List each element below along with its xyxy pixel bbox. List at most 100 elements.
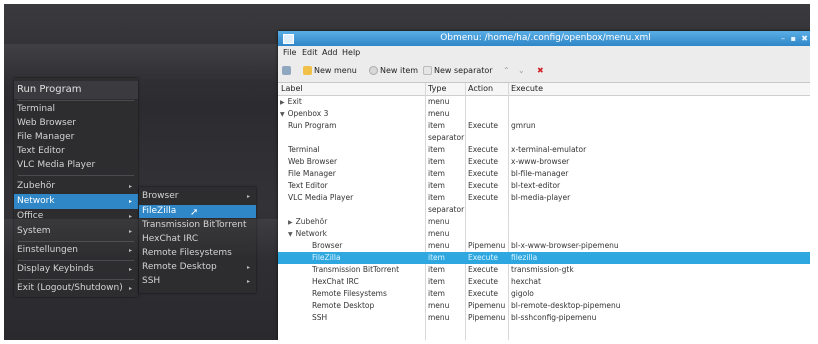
menu-item-einstellungen[interactable]: Einstellungen ▸ [14, 243, 138, 258]
table-row[interactable]: Browser menu Pipemenu bl-x-www-browser-p… [278, 240, 810, 252]
table-row[interactable]: Transmission BitTorrent item Execute tra… [278, 264, 810, 276]
row-action: Execute [468, 169, 498, 178]
menu-file[interactable]: File [283, 46, 296, 60]
table-row[interactable]: Terminal item Execute x-terminal-emulato… [278, 144, 810, 156]
maximize-icon[interactable]: ▪ [791, 31, 796, 46]
table-row[interactable]: Remote Desktop menu Pipemenu bl-remote-d… [278, 300, 810, 312]
table-row[interactable]: SSH menu Pipemenu bl-sshconfig-pipemenu [278, 312, 810, 324]
expander-icon[interactable]: ▼ [280, 111, 285, 118]
row-action: Pipemenu [468, 301, 506, 310]
submenu-item-filezilla[interactable]: FileZilla ➚ [139, 205, 256, 218]
table-row[interactable]: VLC Media Player item Execute bl-media-p… [278, 192, 810, 204]
menu-item-run-program[interactable]: Run Program [14, 81, 138, 99]
submenu-item-label: FileZilla [142, 206, 177, 216]
row-type: item [428, 169, 445, 178]
row-label: Openbox 3 [287, 109, 329, 118]
menu-item-label: File Manager [17, 132, 75, 142]
new-menu-button[interactable]: New menu [303, 64, 357, 78]
expander-icon[interactable]: ▶ [288, 219, 293, 226]
table-row[interactable]: ▶ Exit menu [278, 96, 810, 108]
expander-icon[interactable]: ▶ [280, 99, 285, 106]
table-row[interactable]: HexChat IRC item Execute hexchat [278, 276, 810, 288]
move-up-icon[interactable]: ⌃ [503, 64, 510, 78]
row-type: menu [428, 109, 450, 118]
submenu-arrow-icon: ▸ [128, 213, 132, 220]
row-type: menu [428, 241, 450, 250]
menu-item-file-manager[interactable]: File Manager [14, 130, 138, 145]
row-type: item [428, 193, 445, 202]
menu-item-display-keybinds[interactable]: Display Keybinds ▸ [14, 262, 138, 277]
menu-item-exit[interactable]: Exit (Logout/Shutdown) ▸ [14, 281, 138, 296]
row-action: Execute [468, 181, 498, 190]
menu-item-office[interactable]: Office ▸ [14, 209, 138, 224]
submenu-item-label: Remote Desktop [142, 262, 217, 272]
row-label: Text Editor [288, 181, 328, 190]
save-button[interactable] [282, 64, 293, 78]
row-type: item [428, 145, 445, 154]
submenu-item-transmission[interactable]: Transmission BitTorrent [139, 219, 256, 232]
table-row[interactable]: ▶ Zubehör menu [278, 216, 810, 228]
menu-item-vlc-media-player[interactable]: VLC Media Player [14, 158, 138, 173]
row-type: menu [428, 217, 450, 226]
submenu-item-browser[interactable]: Browser ▸ [139, 190, 256, 203]
row-action: Execute [468, 253, 498, 262]
table-row[interactable]: separator [278, 204, 810, 216]
column-header-label[interactable]: Label [281, 83, 303, 95]
column-header-type[interactable]: Type [428, 83, 446, 95]
menu-separator [18, 260, 134, 261]
menu-separator [18, 175, 134, 176]
submenu-item-hexchat[interactable]: HexChat IRC [139, 233, 256, 246]
table-row[interactable]: File Manager item Execute bl-file-manage… [278, 168, 810, 180]
table-row[interactable]: separator [278, 132, 810, 144]
move-down-icon[interactable]: ⌄ [518, 64, 525, 78]
submenu-item-ssh[interactable]: SSH ▸ [139, 275, 256, 288]
menu-item-zubehoer[interactable]: Zubehör ▸ [14, 179, 138, 194]
remove-icon[interactable]: ✖ [537, 64, 544, 78]
row-type: item [428, 253, 445, 262]
menu-help[interactable]: Help [342, 46, 360, 60]
menu-item-system[interactable]: System ▸ [14, 224, 138, 239]
menu-add[interactable]: Add [322, 46, 338, 60]
column-header-execute[interactable]: Execute [511, 83, 543, 95]
row-label: File Manager [288, 169, 336, 178]
row-type: item [428, 265, 445, 274]
menu-item-network[interactable]: Network ▸ [14, 194, 138, 209]
row-execute: gmrun [511, 121, 536, 130]
close-icon[interactable]: ✖ [801, 31, 808, 46]
row-execute: transmission-gtk [511, 265, 574, 274]
window-titlebar[interactable]: Obmenu: /home/ha/.config/openbox/menu.xm… [278, 31, 810, 46]
openbox-root-menu: Run Program Terminal Web Browser File Ma… [14, 78, 138, 297]
new-item-button[interactable]: New item [369, 64, 418, 78]
submenu-item-remote-desktop[interactable]: Remote Desktop ▸ [139, 261, 256, 274]
menu-item-text-editor[interactable]: Text Editor [14, 144, 138, 159]
row-type: item [428, 121, 445, 130]
submenu-arrow-icon: ▸ [246, 193, 250, 200]
row-label: Browser [312, 241, 343, 250]
menu-item-web-browser[interactable]: Web Browser [14, 116, 138, 131]
minimize-icon[interactable]: – [781, 31, 785, 46]
table-row[interactable]: Text Editor item Execute bl-text-editor [278, 180, 810, 192]
menu-item-label: Exit (Logout/Shutdown) [17, 283, 123, 293]
row-label: Terminal [288, 145, 320, 154]
new-separator-button[interactable]: New separator [423, 64, 493, 78]
expander-icon[interactable]: ▼ [288, 231, 293, 238]
menu-separator [18, 241, 134, 242]
row-action: Execute [468, 157, 498, 166]
table-row[interactable]: ▼ Openbox 3 menu [278, 108, 810, 120]
table-row[interactable]: Run Program item Execute gmrun [278, 120, 810, 132]
column-header-action[interactable]: Action [468, 83, 493, 95]
menu-item-terminal[interactable]: Terminal [14, 102, 138, 117]
table-row[interactable]: ▼ Network menu [278, 228, 810, 240]
row-type: item [428, 157, 445, 166]
submenu-item-label: SSH [142, 276, 161, 286]
menu-item-label: Text Editor [17, 146, 65, 156]
mouse-cursor-icon: ➚ [190, 207, 199, 218]
table-row[interactable]: Remote Filesystems item Execute gigolo [278, 288, 810, 300]
network-submenu: Browser ▸ FileZilla ➚ Transmission BitTorr… [139, 187, 256, 293]
row-type: separator [428, 133, 465, 142]
table-row-selected[interactable]: FileZilla item Execute filezilla [278, 252, 810, 264]
table-row[interactable]: Web Browser item Execute x-www-browser [278, 156, 810, 168]
submenu-item-remote-filesystems[interactable]: Remote Filesystems [139, 247, 256, 260]
submenu-arrow-icon: ▸ [246, 264, 250, 271]
menu-edit[interactable]: Edit [302, 46, 318, 60]
